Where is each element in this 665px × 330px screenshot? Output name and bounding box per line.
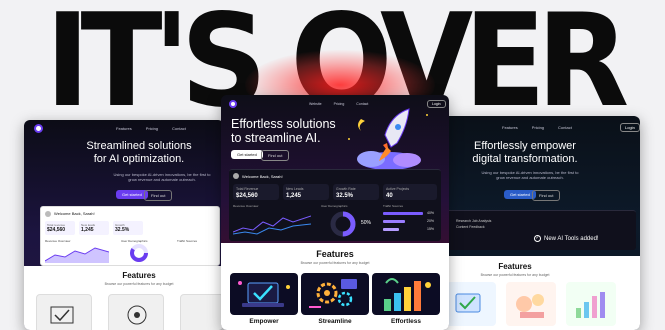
gears-icon — [309, 279, 357, 308]
nav-link[interactable]: Contact — [172, 126, 186, 131]
traffic-value: 40% — [427, 211, 435, 215]
nav-link[interactable]: Pricing — [146, 126, 158, 131]
right-features: Features Browse our powerful features fo… — [440, 256, 640, 330]
feature-tile-illustration — [108, 294, 164, 330]
feature-tile-illustration — [36, 294, 92, 330]
features-title: Features — [316, 249, 354, 259]
stat-card: New leads 1,245 — [79, 221, 109, 235]
get-started-button[interactable]: Get started — [231, 150, 263, 159]
feature-tile-effortless[interactable] — [372, 273, 440, 315]
features-subtitle: Browse our powerful features for any bud… — [104, 282, 174, 286]
hero-line: Effortless solutions — [231, 117, 336, 131]
logo-icon — [229, 100, 237, 108]
laptop-check-icon — [238, 281, 290, 307]
panel-title: User Demographics — [321, 204, 348, 208]
stat-card: Total Revenue $24,560 — [233, 184, 279, 200]
nav-link[interactable]: Contact — [558, 125, 572, 130]
revenue-area-chart — [45, 247, 109, 263]
dash-greeting: Welcome Back, Sarah! — [242, 174, 283, 179]
revenue-line-chart — [233, 215, 311, 235]
right-dashboard: Research Job Analysis Content Feedback ✓… — [446, 210, 636, 250]
hero-line: digital transformation. — [472, 152, 578, 165]
hero-line: for AI optimization. — [93, 152, 185, 165]
hero-line: Effortlessly empower — [474, 140, 576, 152]
feature-tile-streamline[interactable] — [301, 273, 369, 315]
dash-greeting: Welcome Back, Sarah! — [54, 211, 95, 216]
traffic-value: 20% — [427, 219, 435, 223]
left-hero: Streamlined solutions for AI optimizatio… — [24, 140, 224, 165]
hero-subtext: Using our bespoke AI-driven innovations,… — [113, 172, 211, 183]
nav-link[interactable]: Features — [502, 125, 518, 130]
demographics-donut — [330, 211, 356, 237]
stat-card: Growth Rate 32.5% — [333, 184, 379, 200]
feature-tile-illustration — [566, 282, 616, 326]
find-out-button[interactable]: Find out — [261, 150, 290, 161]
panel-title: Traffic Sources — [383, 204, 404, 208]
traffic-bar — [383, 228, 399, 231]
feature-tile-illustration — [180, 294, 224, 330]
traffic-bar — [383, 212, 423, 215]
list-item: Research Job Analysis — [456, 219, 492, 223]
left-landing-card: Features Pricing Contact Streamlined sol… — [24, 120, 224, 330]
feature-tile-illustration — [506, 282, 556, 326]
stat-card: New Leads 1,245 — [283, 184, 329, 200]
feature-tile-illustration — [446, 282, 496, 326]
nav-link[interactable]: Features — [116, 126, 132, 131]
donut-value: 50% — [361, 220, 372, 226]
tile-label-effortless: Effortless — [391, 318, 421, 325]
features-subtitle: Browse our powerful features for any bud… — [300, 261, 370, 265]
stat-card: Growth 32.5% — [113, 221, 143, 235]
list-item: Content Feedback — [456, 225, 485, 229]
center-hero: Effortless solutions to streamline AI. — [231, 117, 336, 146]
left-features: Features Browse our powerful features fo… — [24, 266, 224, 330]
demographics-donut — [130, 244, 148, 262]
nav-link[interactable]: Website — [309, 102, 322, 106]
left-dashboard: Welcome Back, Sarah! Total revenue $24,56… — [40, 206, 220, 266]
feature-tile-empower[interactable] — [230, 273, 298, 315]
stat-card: Total revenue $24,560 — [45, 221, 75, 235]
find-out-button[interactable]: Find out — [144, 190, 173, 201]
panel-title: Revenue Overview — [233, 204, 259, 208]
hero-subtext: Using our bespoke AI-driven innovations,… — [481, 170, 579, 181]
logo-icon — [34, 124, 43, 133]
avatar — [45, 211, 51, 217]
right-hero: Effortlessly empower digital transformat… — [450, 140, 600, 165]
growth-chart-icon — [384, 278, 431, 311]
center-landing-card: Website Pricing Contact Login Effortless… — [221, 95, 449, 330]
center-features: Features Browse our powerful features fo… — [221, 243, 449, 330]
avatar — [233, 173, 239, 179]
notification: ✓ New AI Tools added! — [534, 235, 599, 242]
rocket-illustration — [348, 108, 428, 170]
notification-text: New AI Tools added! — [544, 235, 599, 242]
traffic-bar — [383, 220, 405, 223]
features-subtitle: Browse our powerful features for any bud… — [480, 273, 550, 277]
login-button[interactable]: Login — [620, 123, 640, 132]
panel-title: Traffic Sources — [177, 239, 198, 243]
hero-line: Streamlined solutions — [86, 140, 192, 152]
traffic-value: 15% — [427, 227, 435, 231]
nav-link[interactable]: Pricing — [532, 125, 544, 130]
center-dashboard: Welcome Back, Sarah! Total Revenue $24,56… — [229, 169, 441, 241]
right-nav: Features Pricing Contact — [502, 125, 572, 130]
right-landing-card: Features Pricing Contact Login Effortles… — [440, 116, 640, 330]
check-icon: ✓ — [534, 235, 541, 242]
find-out-button[interactable]: Find out — [532, 190, 561, 201]
features-title: Features — [498, 262, 532, 271]
features-title: Features — [122, 271, 156, 280]
left-nav: Features Pricing Contact — [116, 126, 186, 131]
stat-card: Active Projects 40 — [383, 184, 437, 200]
tile-label-empower: Empower — [249, 318, 279, 325]
tile-label-streamline: Streamline — [318, 318, 352, 325]
hero-line: to streamline AI. — [231, 131, 321, 146]
